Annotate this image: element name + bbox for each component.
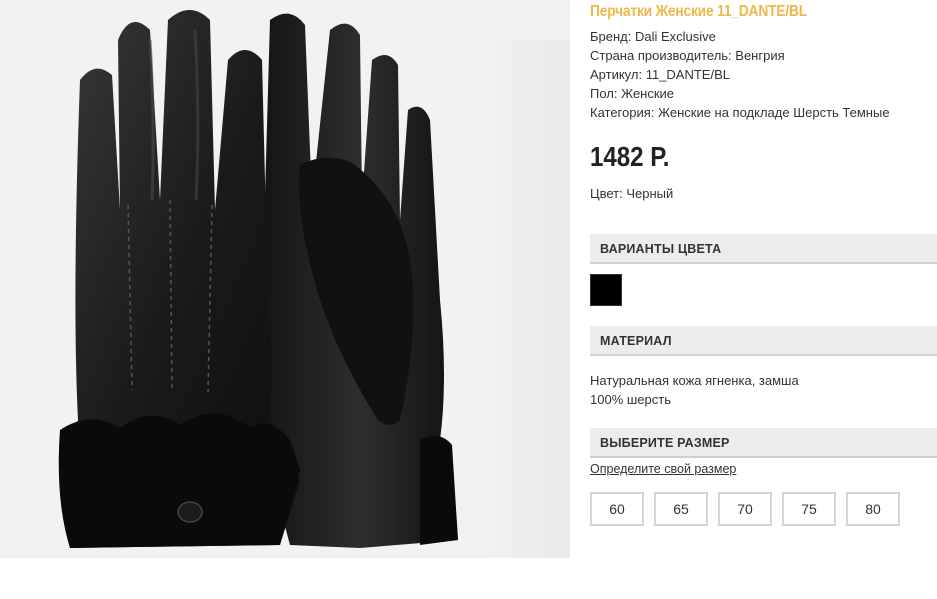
material-line: 100% шерсть <box>590 392 671 407</box>
product-specs: Бренд: Dali Exclusive Страна производите… <box>590 27 890 122</box>
spec-gender: Пол: Женские <box>590 86 675 101</box>
product-title: Перчатки Женские 11_DANTE/BL <box>590 3 807 20</box>
color-swatch-black[interactable] <box>590 274 622 306</box>
size-options: 60 65 70 75 80 <box>590 492 900 526</box>
size-option-65[interactable]: 65 <box>654 492 708 526</box>
size-option-70[interactable]: 70 <box>718 492 772 526</box>
spec-article: Артикул: 11_DANTE/BL <box>590 67 730 82</box>
size-option-80[interactable]: 80 <box>846 492 900 526</box>
material-header: МАТЕРИАЛ <box>590 326 937 356</box>
spec-category: Категория: Женские на подкладе Шерсть Те… <box>590 105 890 120</box>
material-description: Натуральная кожа ягненка, замша 100% шер… <box>590 371 799 409</box>
size-guide-link[interactable]: Определите свой размер <box>590 462 736 476</box>
product-price: 1482 Р. <box>590 141 670 172</box>
size-option-75[interactable]: 75 <box>782 492 836 526</box>
product-image[interactable] <box>0 0 570 558</box>
size-header: ВЫБЕРИТЕ РАЗМЕР <box>590 428 937 458</box>
color-variants-header: ВАРИАНТЫ ЦВЕТА <box>590 234 937 264</box>
size-option-60[interactable]: 60 <box>590 492 644 526</box>
material-line: Натуральная кожа ягненка, замша <box>590 373 799 388</box>
spec-brand: Бренд: Dali Exclusive <box>590 29 716 44</box>
spec-country: Страна производитель: Венгрия <box>590 48 785 63</box>
gloves-illustration <box>58 10 458 549</box>
product-color: Цвет: Черный <box>590 186 674 201</box>
